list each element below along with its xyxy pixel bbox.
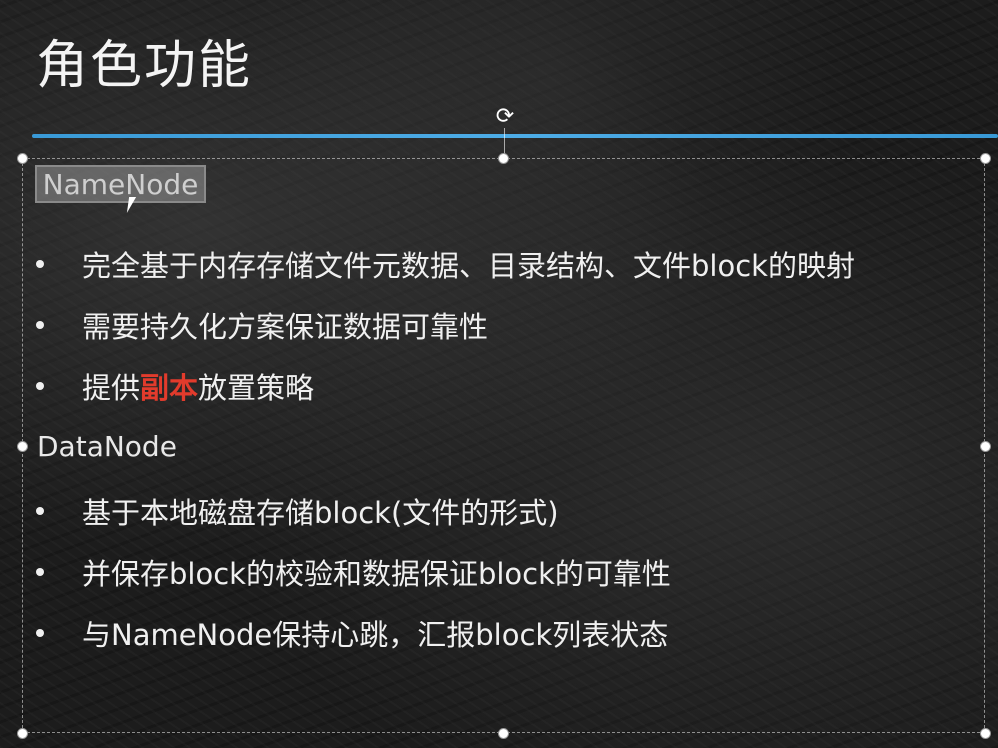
resize-handle-top-left[interactable] xyxy=(17,153,28,164)
bullet-text: 与NameNode保持心跳，汇报block列表状态 xyxy=(82,618,669,652)
datanode-bullet-1: 基于本地磁盘存储block(文件的形式) xyxy=(36,491,559,531)
datanode-heading: DataNode xyxy=(37,430,177,463)
namenode-heading[interactable]: NameNode xyxy=(35,165,206,203)
resize-handle-middle-right[interactable] xyxy=(980,441,991,452)
datanode-bullet-2: 并保存block的校验和数据保证block的可靠性 xyxy=(36,552,671,592)
bullet-text: 基于本地磁盘存储block(文件的形式) xyxy=(82,496,559,530)
bullet-icon xyxy=(36,382,44,390)
bullet-text: 并保存block的校验和数据保证block的可靠性 xyxy=(82,557,671,591)
bullet-text: 完全基于内存存储文件元数据、目录结构、文件block的映射 xyxy=(82,249,855,283)
resize-handle-top-middle[interactable] xyxy=(498,153,509,164)
slide-title: 角色功能 xyxy=(36,36,253,96)
bullet-text-suffix: 放置策略 xyxy=(198,371,315,405)
bullet-text-prefix: 提供 xyxy=(82,371,141,405)
bullet-text: 需要持久化方案保证数据可靠性 xyxy=(82,310,489,344)
highlighted-term: 副本 xyxy=(140,371,199,405)
bullet-icon xyxy=(36,260,44,268)
bullet-icon xyxy=(36,629,44,637)
namenode-bullet-1: 完全基于内存存储文件元数据、目录结构、文件block的映射 xyxy=(36,244,855,284)
resize-handle-middle-left[interactable] xyxy=(17,441,28,452)
namenode-bullet-2: 需要持久化方案保证数据可靠性 xyxy=(36,305,488,345)
resize-handle-bottom-left[interactable] xyxy=(17,728,28,739)
bullet-icon xyxy=(36,507,44,515)
resize-handle-top-right[interactable] xyxy=(980,153,991,164)
bullet-icon xyxy=(36,568,44,576)
resize-handle-bottom-middle[interactable] xyxy=(498,728,509,739)
datanode-bullet-3: 与NameNode保持心跳，汇报block列表状态 xyxy=(36,613,668,653)
title-underline xyxy=(32,134,998,138)
bullet-icon xyxy=(36,321,44,329)
rotate-handle-icon[interactable]: ⟳ xyxy=(492,104,518,130)
resize-handle-bottom-right[interactable] xyxy=(980,728,991,739)
namenode-bullet-3: 提供 副本 放置策略 xyxy=(36,366,314,406)
